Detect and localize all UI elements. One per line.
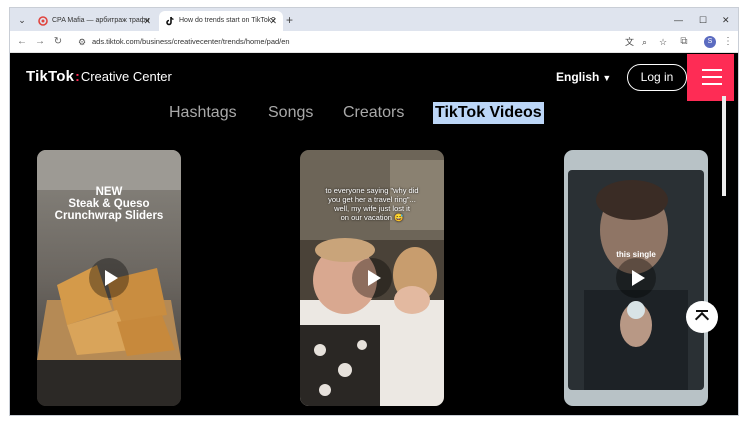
site-settings-icon[interactable]: ⚙	[78, 33, 86, 51]
play-icon[interactable]	[616, 258, 656, 298]
back-to-top-button[interactable]	[686, 301, 718, 333]
kebab-menu-icon[interactable]: ⋮	[720, 33, 736, 51]
logo-separator: :	[75, 68, 80, 84]
translate-icon[interactable]: 文	[625, 33, 634, 51]
maximize-icon[interactable]: ☐	[699, 11, 707, 29]
close-window-icon[interactable]: ✕	[722, 11, 730, 29]
category-tabs: Hashtags Songs Creators TikTok Videos	[10, 102, 738, 126]
profile-avatar[interactable]: S	[704, 36, 716, 48]
caption-line: you get her a travel ring"...	[328, 195, 416, 204]
caption-line: on our vacation 😅	[340, 213, 404, 222]
tiktok-favicon-icon	[166, 16, 174, 26]
browser-window: ⌄ CPA Mafia — арбитраж трафи ✕ How do tr…	[9, 7, 739, 416]
play-icon[interactable]	[352, 258, 392, 298]
tab-songs[interactable]: Songs	[268, 102, 313, 124]
hamburger-menu-icon[interactable]	[687, 54, 734, 101]
tab-search-icon[interactable]: ⌄	[14, 12, 30, 28]
tab-hashtags[interactable]: Hashtags	[169, 102, 237, 124]
caption-line: NEW	[95, 186, 123, 198]
login-button[interactable]: Log in	[627, 64, 687, 91]
tab-creators[interactable]: Creators	[343, 102, 404, 124]
caption-line: to everyone saying "why did	[325, 186, 419, 195]
url-text[interactable]: ads.tiktok.com/business/creativecenter/t…	[92, 33, 290, 51]
new-tab-icon[interactable]: +	[286, 11, 293, 29]
caption-line: Crunchwrap Sliders	[54, 210, 164, 222]
minimize-icon[interactable]: —	[674, 11, 683, 29]
arrow-up-icon	[694, 311, 710, 327]
video-caption: NEW Steak & Queso Crunchwrap Sliders	[37, 186, 181, 222]
video-caption: to everyone saying "why did you get her …	[300, 186, 444, 222]
zoom-icon[interactable]: ⌕	[642, 33, 647, 51]
tab-cpa-mafia[interactable]: CPA Mafia — арбитраж трафи ✕	[32, 11, 157, 31]
tab-tiktok-trends[interactable]: How do trends start on TikTok? ✕	[159, 11, 283, 31]
language-label: English	[556, 70, 600, 84]
video-card[interactable]: to everyone saying "why did you get her …	[300, 150, 444, 406]
forward-icon[interactable]: →	[32, 33, 48, 51]
close-tab-icon[interactable]: ✕	[269, 11, 277, 31]
extensions-icon[interactable]: ⧉	[676, 33, 692, 51]
video-card[interactable]: NEW Steak & Queso Crunchwrap Sliders	[37, 150, 181, 406]
caption-line: Steak & Queso	[68, 198, 150, 210]
logo-brand: TikTok	[26, 68, 75, 85]
tab-tiktok-videos[interactable]: TikTok Videos	[433, 102, 544, 124]
language-selector[interactable]: English ▼	[556, 70, 611, 84]
tiktok-creative-center-logo[interactable]: TikTok:Creative Center	[26, 68, 172, 86]
cpa-mafia-favicon-icon	[38, 16, 48, 26]
reload-icon[interactable]: ↻	[50, 33, 66, 51]
video-card[interactable]: this single	[564, 150, 708, 406]
tab-title: CPA Mafia — арбитраж трафи	[52, 17, 150, 24]
bookmark-star-icon[interactable]: ☆	[659, 33, 667, 51]
tab-strip: ⌄ CPA Mafia — арбитраж трафи ✕ How do tr…	[10, 8, 738, 31]
chevron-down-icon: ▼	[602, 73, 612, 83]
page-scrollbar[interactable]	[722, 96, 726, 196]
play-icon[interactable]	[89, 258, 129, 298]
tiktok-creative-center-page: TikTok:Creative Center English ▼ Log in H…	[10, 54, 738, 415]
close-tab-icon[interactable]: ✕	[143, 11, 151, 31]
browser-toolbar: ← → ↻ ⚙ ads.tiktok.com/business/creative…	[10, 31, 738, 53]
logo-product: Creative Center	[80, 69, 172, 84]
address-bar[interactable]: ⚙ ads.tiktok.com/business/creativecenter…	[74, 33, 674, 51]
back-icon[interactable]: ←	[14, 33, 30, 51]
tab-title: How do trends start on TikTok?	[179, 17, 276, 24]
caption-line: well, my wife just lost it	[334, 204, 410, 213]
